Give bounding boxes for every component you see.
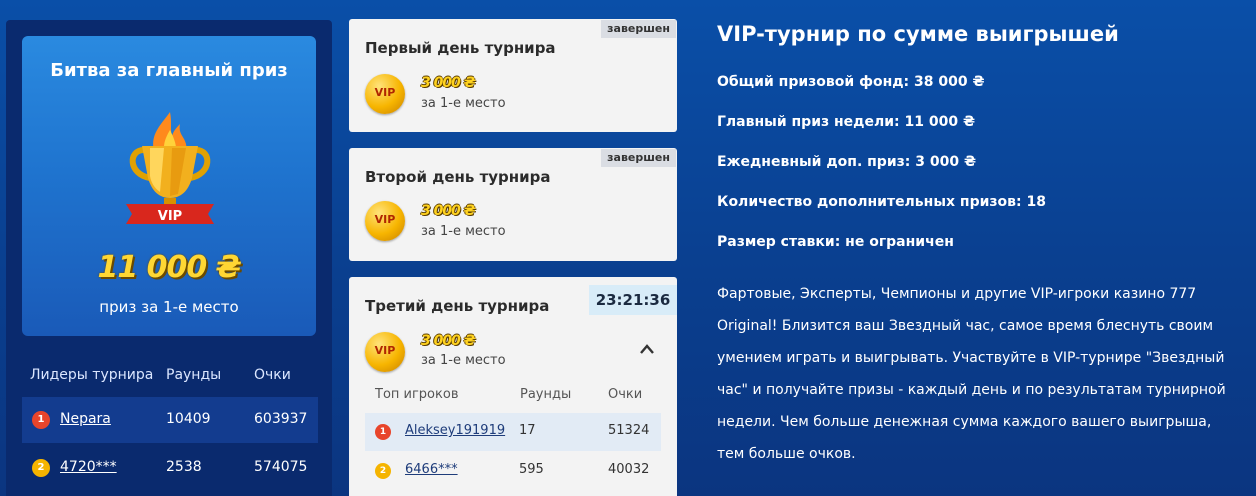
leader-rounds: 2538	[166, 459, 202, 475]
status-badge: завершен	[601, 20, 676, 38]
countdown-timer: 23:21:36	[589, 285, 677, 315]
rank-2-icon: 2	[375, 463, 391, 479]
vip-coin-label: VIP	[374, 344, 396, 357]
top-col-points: Очки	[608, 387, 643, 402]
tournament-title: VIP-турнир по сумме выигрышей	[717, 22, 1119, 46]
day-prize-place: за 1-е место	[421, 224, 506, 239]
leaders-table-header: Лидеры турнира Раунды Очки	[30, 367, 320, 387]
day-title: Первый день турнира	[365, 39, 556, 57]
leader-points: 603937	[254, 411, 308, 427]
chevron-up-icon[interactable]	[639, 343, 655, 355]
main-prize-subtitle: приз за 1-е место	[99, 298, 239, 316]
day-card-2[interactable]: завершен Второй день турнира VIP 3 000 ₴…	[349, 148, 677, 261]
vip-coin-icon: VIP	[365, 74, 405, 114]
rank-2-icon: 2	[32, 459, 50, 477]
leader-row: 1 Nepara 10409 603937	[22, 397, 318, 443]
leader-points: 574075	[254, 459, 308, 475]
player-rounds: 595	[519, 462, 544, 477]
leader-name-link[interactable]: Nepara	[60, 411, 111, 427]
info-daily-prize: Ежедневный доп. приз: 3 000 ₴	[717, 154, 976, 170]
tournament-description: Фартовые, Эксперты, Чемпионы и другие VI…	[717, 286, 1226, 462]
table-row: 2 6466*** 595 40032	[365, 452, 661, 490]
day-title: Третий день турнира	[365, 297, 550, 315]
trophy-label: VIP	[158, 209, 182, 224]
day-card-3: 23:21:36 Третий день турнира VIP 3 000 ₴…	[349, 277, 677, 496]
leaders-col-name: Лидеры турнира	[30, 367, 154, 383]
player-points: 40032	[608, 462, 650, 477]
info-prize-fund: Общий призовой фонд: 38 000 ₴	[717, 74, 985, 90]
vip-coin-icon: VIP	[365, 201, 405, 241]
status-badge: завершен	[601, 149, 676, 167]
leader-row: 2 4720*** 2538 574075	[22, 445, 318, 491]
leaders-panel: Битва за главный приз VIP 11 000 ₴ приз …	[6, 20, 332, 496]
info-extra-prizes: Количество дополнительных призов: 18	[717, 194, 1046, 210]
day-card-1[interactable]: завершен Первый день турнира VIP 3 000 ₴…	[349, 19, 677, 132]
top-col-name: Топ игроков	[375, 387, 459, 402]
trophy-icon: VIP	[126, 112, 214, 224]
main-prize-card: Битва за главный приз VIP 11 000 ₴ приз …	[22, 36, 316, 336]
day-prize-amount: 3 000 ₴	[421, 333, 476, 349]
table-row: 1 Aleksey191919 17 51324	[365, 413, 661, 451]
top-col-rounds: Раунды	[520, 387, 572, 402]
day-prize-place: за 1-е место	[421, 96, 506, 111]
leaders-col-rounds: Раунды	[166, 367, 222, 383]
vip-coin-label: VIP	[374, 86, 396, 99]
rank-1-icon: 1	[375, 424, 391, 440]
leaders-col-points: Очки	[254, 367, 291, 383]
leader-name-link[interactable]: 4720***	[60, 459, 117, 475]
rank-1-icon: 1	[32, 411, 50, 429]
player-name-link[interactable]: Aleksey191919	[405, 423, 505, 438]
player-name-link[interactable]: 6466***	[405, 462, 458, 477]
main-prize-amount: 11 000 ₴	[97, 250, 241, 285]
info-main-prize: Главный приз недели: 11 000 ₴	[717, 114, 976, 130]
vip-coin-icon: VIP	[365, 332, 405, 372]
day-prize-amount: 3 000 ₴	[421, 203, 476, 219]
main-prize-title: Битва за главный приз	[50, 60, 288, 81]
vip-coin-label: VIP	[374, 213, 396, 226]
day-prize-place: за 1-е место	[421, 353, 506, 368]
leader-rounds: 10409	[166, 411, 211, 427]
info-bet-size: Размер ставки: не ограничен	[717, 234, 954, 250]
player-rounds: 17	[519, 423, 536, 438]
day-prize-amount: 3 000 ₴	[421, 75, 476, 91]
player-points: 51324	[608, 423, 650, 438]
day-title: Второй день турнира	[365, 168, 551, 186]
